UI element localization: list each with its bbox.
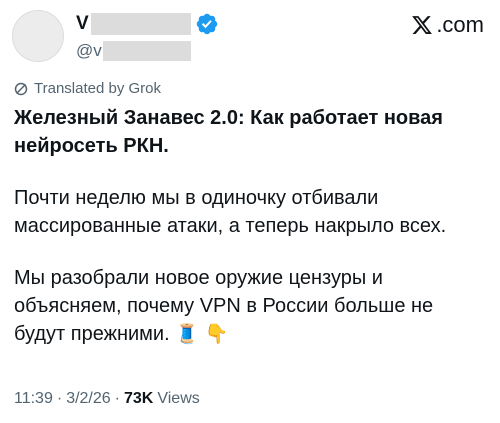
meta-separator-1: · <box>56 390 63 407</box>
meta-separator-2: · <box>114 390 120 407</box>
display-name[interactable]: V <box>76 12 219 36</box>
display-name-redaction <box>90 13 191 35</box>
translation-note[interactable]: Translated by Grok <box>14 80 161 97</box>
post-paragraph-2: Мы разобрали новое оружие цензуры и объя… <box>14 264 490 348</box>
views-count[interactable]: 73K <box>124 390 153 408</box>
post-time[interactable]: 11:39 <box>14 390 53 408</box>
post-card: V @v .com Translated by Grok Железный За… <box>0 0 500 423</box>
x-logo-icon <box>412 16 433 34</box>
post-meta: 11:39 · 3/2/26 · 73K Views <box>14 390 200 408</box>
brand-domain: .com <box>436 12 484 37</box>
views-label: Views <box>157 390 200 407</box>
display-name-initial: V <box>76 13 89 34</box>
post-text: Железный Занавес 2.0: Как работает новая… <box>14 104 490 348</box>
translation-label: Translated by Grok <box>34 80 161 97</box>
post-title: Железный Занавес 2.0: Как работает новая… <box>14 107 443 157</box>
post-paragraph-1: Почти неделю мы в одиночку отбивали масс… <box>14 187 447 237</box>
brand-logo: .com <box>410 12 484 38</box>
translate-icon <box>14 82 28 95</box>
handle[interactable]: @v <box>76 40 191 62</box>
verified-badge-icon <box>196 13 217 35</box>
avatar[interactable] <box>12 10 64 62</box>
thread-pointing-emoji: 🧵 👇 <box>175 323 229 345</box>
handle-prefix: @v <box>76 41 102 60</box>
post-date[interactable]: 3/2/26 <box>66 390 110 408</box>
handle-redaction <box>102 41 191 61</box>
